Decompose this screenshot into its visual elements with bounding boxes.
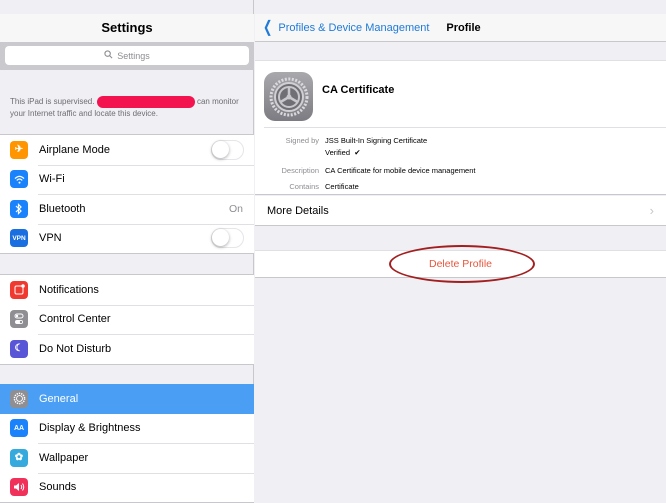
sidebar-item-bluetooth[interactable]: Bluetooth On — [0, 194, 254, 224]
page-title: Profile — [446, 21, 481, 34]
airplane-mode-toggle[interactable] — [211, 139, 244, 160]
back-button[interactable]: ❮ Profiles & Device Management — [255, 18, 429, 36]
profile-card: CA Certificate Signed by JSS Built-In Si… — [255, 60, 666, 195]
delete-profile-button[interactable]: Delete Profile — [255, 245, 666, 283]
display-icon: AA — [10, 419, 28, 438]
vpn-icon: VPN — [10, 229, 28, 248]
bluetooth-value: On — [228, 202, 243, 215]
settings-title: Settings — [0, 14, 254, 42]
sidebar-item-wallpaper[interactable]: ✿ Wallpaper — [0, 443, 254, 473]
wallpaper-icon: ✿ — [10, 448, 28, 467]
settings-search-input[interactable]: Settings — [5, 46, 249, 65]
sidebar-item-notifications[interactable]: Notifications — [0, 275, 254, 305]
profile-detail-pane: ❮ Profiles & Device Management Profile C… — [255, 0, 666, 500]
settings-gear-icon — [264, 72, 313, 121]
checkmark-icon: ✔ — [352, 148, 361, 157]
gear-icon — [10, 389, 28, 408]
more-details-row[interactable]: More Details › — [255, 196, 666, 226]
search-icon — [104, 50, 113, 61]
sounds-icon — [10, 478, 28, 497]
profile-name: CA Certificate — [322, 84, 395, 96]
general-group: General AA Display & Brightness ✿ Wallpa… — [0, 384, 254, 503]
notifications-group: Notifications Control Center ☾ Do Not Di… — [0, 274, 254, 365]
sidebar-item-vpn[interactable]: VPN VPN — [0, 223, 254, 254]
chevron-right-icon: › — [649, 203, 654, 218]
verified-status: Verified ✔ — [325, 148, 361, 157]
sidebar-item-airplane-mode[interactable]: ✈ Airplane Mode — [0, 135, 254, 165]
search-placeholder: Settings — [117, 50, 150, 61]
sidebar-item-sounds[interactable]: Sounds — [0, 472, 254, 503]
settings-sidebar: Settings Settings This iPad is supervise… — [0, 0, 254, 503]
sidebar-item-do-not-disturb[interactable]: ☾ Do Not Disturb — [0, 334, 254, 364]
navigation-bar: ❮ Profiles & Device Management Profile — [255, 14, 666, 42]
wifi-icon — [10, 170, 28, 189]
supervision-notice: This iPad is supervised. can monitor you… — [10, 96, 239, 118]
connectivity-group: ✈ Airplane Mode Wi-Fi Bluetooth On VPN V… — [0, 134, 254, 254]
moon-icon: ☾ — [10, 339, 28, 358]
airplane-icon: ✈ — [10, 140, 28, 159]
divider — [264, 127, 666, 128]
redacted-organization — [96, 96, 195, 108]
vpn-toggle[interactable] — [211, 228, 244, 249]
notifications-icon — [10, 280, 28, 299]
control-center-icon — [10, 310, 28, 329]
sidebar-item-wifi[interactable]: Wi-Fi — [0, 164, 254, 195]
sidebar-item-general[interactable]: General — [0, 384, 254, 414]
sidebar-item-control-center[interactable]: Control Center — [0, 304, 254, 335]
chevron-left-icon: ❮ — [263, 18, 273, 36]
sidebar-item-display-brightness[interactable]: AA Display & Brightness — [0, 414, 254, 444]
bluetooth-icon — [10, 199, 28, 218]
